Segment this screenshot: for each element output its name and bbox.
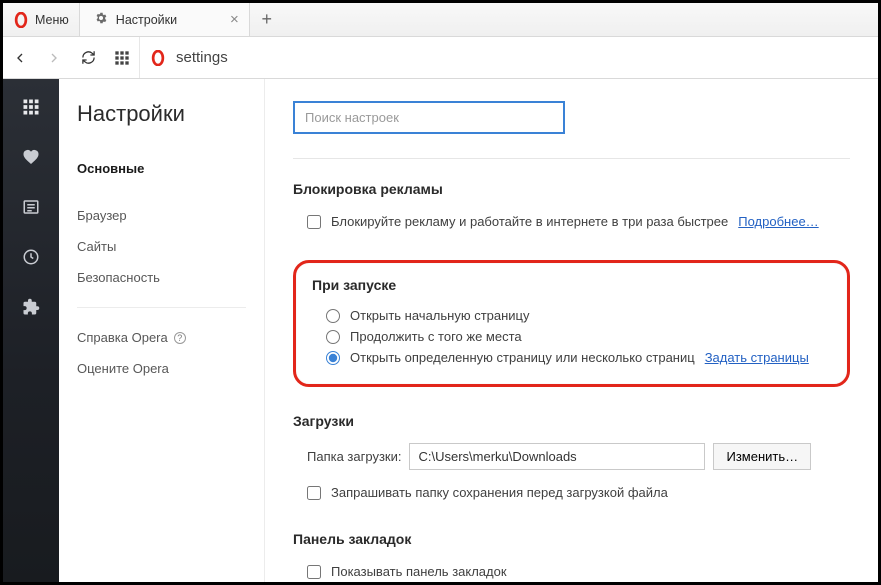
gear-icon xyxy=(94,11,108,28)
nav-help-label: Справка Opera xyxy=(77,330,168,345)
nav-link-rate[interactable]: Оцените Opera xyxy=(77,353,246,384)
left-rail xyxy=(3,79,59,582)
nav-link-sites[interactable]: Сайты xyxy=(77,231,246,262)
bookmarks-title: Панель закладок xyxy=(293,531,850,547)
settings-content: Блокировка рекламы Блокируйте рекламу и … xyxy=(265,79,878,582)
titlebar: Меню Настройки × + xyxy=(3,3,878,37)
navbar xyxy=(3,37,878,79)
back-button[interactable] xyxy=(3,37,37,78)
nav-link-security[interactable]: Безопасность xyxy=(77,262,246,293)
address-input[interactable] xyxy=(176,49,868,66)
search-input[interactable] xyxy=(293,101,565,134)
bookmarks-show-label: Показывать панель закладок xyxy=(331,564,507,579)
startup-opt3-label: Открыть определенную страницу или нескол… xyxy=(350,350,695,365)
nav-link-browser[interactable]: Браузер xyxy=(77,200,246,231)
reload-button[interactable] xyxy=(71,37,105,78)
rail-news-icon[interactable] xyxy=(21,197,41,217)
startup-set-pages-link[interactable]: Задать страницы xyxy=(705,350,809,365)
tab-label: Настройки xyxy=(116,13,177,27)
opera-logo-icon xyxy=(150,50,166,66)
startup-title: При запуске xyxy=(312,277,831,293)
forward-button[interactable] xyxy=(37,37,71,78)
adblock-label: Блокируйте рекламу и работайте в интерне… xyxy=(331,214,728,229)
adblock-more-link[interactable]: Подробнее… xyxy=(738,214,818,229)
startup-radio-home[interactable] xyxy=(326,309,340,323)
nav-link-basic[interactable]: Основные xyxy=(77,153,246,184)
address-bar[interactable] xyxy=(139,37,878,78)
menu-label: Меню xyxy=(35,13,69,27)
section-adblock: Блокировка рекламы Блокируйте рекламу и … xyxy=(293,181,850,232)
rail-bookmarks-icon[interactable] xyxy=(21,147,41,167)
startup-radio-specific[interactable] xyxy=(326,351,340,365)
menu-button[interactable]: Меню xyxy=(3,3,80,36)
settings-nav: Настройки Основные Браузер Сайты Безопас… xyxy=(59,79,265,582)
downloads-folder-input[interactable] xyxy=(409,443,705,470)
help-icon: ? xyxy=(174,332,186,344)
startup-radio-continue[interactable] xyxy=(326,330,340,344)
settings-title: Настройки xyxy=(77,101,246,127)
section-startup: При запуске Открыть начальную страницу П… xyxy=(293,260,850,387)
new-tab-button[interactable]: + xyxy=(250,9,284,30)
rail-history-icon[interactable] xyxy=(21,247,41,267)
opera-logo-icon xyxy=(13,12,29,28)
startup-opt2-label: Продолжить с того же места xyxy=(350,329,522,344)
section-bookmarks-bar: Панель закладок Показывать панель заклад… xyxy=(293,531,850,582)
adblock-checkbox[interactable] xyxy=(307,215,321,229)
nav-link-help[interactable]: Справка Opera ? xyxy=(77,322,246,353)
downloads-title: Загрузки xyxy=(293,413,850,429)
tab-settings[interactable]: Настройки × xyxy=(80,3,250,36)
bookmarks-show-checkbox[interactable] xyxy=(307,565,321,579)
adblock-title: Блокировка рекламы xyxy=(293,181,850,197)
downloads-ask-label: Запрашивать папку сохранения перед загру… xyxy=(331,485,668,500)
section-downloads: Загрузки Папка загрузки: Изменить… Запра… xyxy=(293,413,850,503)
rail-extensions-icon[interactable] xyxy=(21,297,41,317)
startup-opt1-label: Открыть начальную страницу xyxy=(350,308,530,323)
speed-dial-button[interactable] xyxy=(105,37,139,78)
downloads-change-button[interactable]: Изменить… xyxy=(713,443,811,470)
close-icon[interactable]: × xyxy=(230,11,239,28)
downloads-ask-checkbox[interactable] xyxy=(307,486,321,500)
rail-speed-dial-icon[interactable] xyxy=(21,97,41,117)
downloads-folder-label: Папка загрузки: xyxy=(307,449,401,464)
